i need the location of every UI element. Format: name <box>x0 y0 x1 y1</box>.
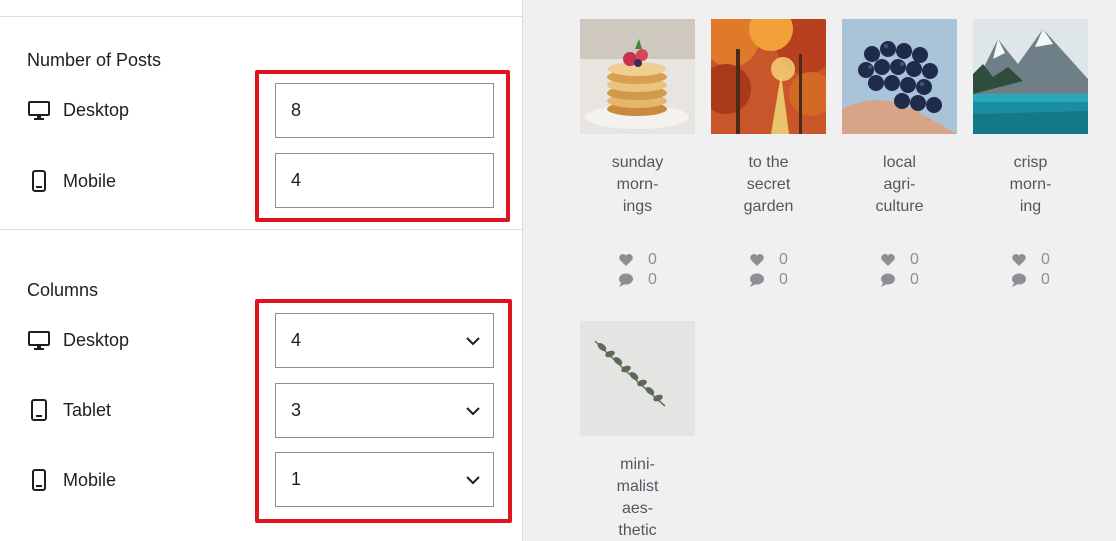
feed-post[interactable]: mini- malist aes- thetic <box>580 321 695 541</box>
columns-mobile-label: Mobile <box>27 468 116 492</box>
post-image-pancakes[interactable] <box>580 19 695 134</box>
desktop-icon <box>28 101 50 120</box>
mobile-icon <box>32 170 46 192</box>
comment-icon <box>1012 273 1026 287</box>
desktop-label-text: Desktop <box>63 329 130 350</box>
feed-post[interactable]: crisp morn- ing 0 0 <box>973 19 1088 288</box>
likes-count: 0 <box>648 251 657 268</box>
comments-count: 0 <box>648 271 657 288</box>
feed-post[interactable]: sunday morn- ings 0 0 <box>580 19 695 288</box>
post-title: sunday morn- ings <box>611 154 664 215</box>
post-stats: 0 0 <box>618 250 657 290</box>
heart-icon <box>619 254 633 266</box>
heart-icon <box>881 254 895 266</box>
post-image-mountain-lake[interactable] <box>973 19 1088 134</box>
columns-tablet-label: Tablet <box>27 398 111 422</box>
columns-tablet-select[interactable]: 3 <box>275 383 494 438</box>
posts-desktop-label: Desktop <box>27 99 129 121</box>
mobile-icon <box>32 469 46 491</box>
heart-icon <box>750 254 764 266</box>
desktop-icon <box>28 331 50 350</box>
columns-tablet-value: 3 <box>291 400 302 420</box>
comments-count: 0 <box>910 271 919 288</box>
likes-count: 0 <box>779 251 788 268</box>
heart-icon <box>1012 254 1026 266</box>
comments-count: 0 <box>1041 271 1050 288</box>
chevron-down-icon <box>466 337 480 346</box>
settings-panel: Number of Posts Desktop 8 Mobile 4 Colum… <box>0 0 523 541</box>
tablet-label-text: Tablet <box>63 399 112 420</box>
post-title: local agri- culture <box>875 154 924 215</box>
feed-post[interactable]: to the secret garden 0 0 <box>711 19 826 288</box>
post-stats: 0 0 <box>1011 250 1050 290</box>
tablet-icon <box>31 399 47 421</box>
post-title: to the secret garden <box>743 154 794 215</box>
chevron-down-icon <box>466 407 480 416</box>
desktop-label-text: Desktop <box>63 99 130 120</box>
mobile-label-text: Mobile <box>63 170 117 191</box>
post-title: mini- malist aes- thetic <box>616 456 659 539</box>
posts-desktop-value: 8 <box>291 100 302 120</box>
comment-icon <box>619 273 633 287</box>
post-title: crisp morn- ing <box>1009 154 1052 215</box>
posts-mobile-input[interactable]: 4 <box>275 153 494 208</box>
post-image-autumn-forest[interactable] <box>711 19 826 134</box>
feed-post[interactable]: local agri- culture 0 0 <box>842 19 957 288</box>
posts-desktop-input[interactable]: 8 <box>275 83 494 138</box>
comment-icon <box>881 273 895 287</box>
columns-desktop-value: 4 <box>291 330 302 350</box>
post-image-grapes[interactable] <box>842 19 957 134</box>
columns-desktop-select[interactable]: 4 <box>275 313 494 368</box>
comment-icon <box>750 273 764 287</box>
posts-mobile-label: Mobile <box>27 169 116 193</box>
divider <box>0 16 523 17</box>
feed-preview: sunday morn- ings 0 0 to the secret gard… <box>523 0 1116 541</box>
likes-count: 0 <box>1041 251 1050 268</box>
posts-mobile-value: 4 <box>291 170 302 190</box>
likes-count: 0 <box>910 251 919 268</box>
columns-heading: Columns <box>27 280 99 300</box>
columns-desktop-label: Desktop <box>27 329 129 351</box>
comments-count: 0 <box>779 271 788 288</box>
chevron-down-icon <box>466 476 480 485</box>
columns-mobile-select[interactable]: 1 <box>275 452 494 507</box>
divider <box>0 229 523 230</box>
post-image-eucalyptus[interactable] <box>580 321 695 436</box>
columns-mobile-value: 1 <box>291 469 302 489</box>
post-stats: 0 0 <box>880 250 919 290</box>
mobile-label-text: Mobile <box>63 469 117 490</box>
number-of-posts-heading: Number of Posts <box>27 50 162 70</box>
post-stats: 0 0 <box>749 250 788 290</box>
